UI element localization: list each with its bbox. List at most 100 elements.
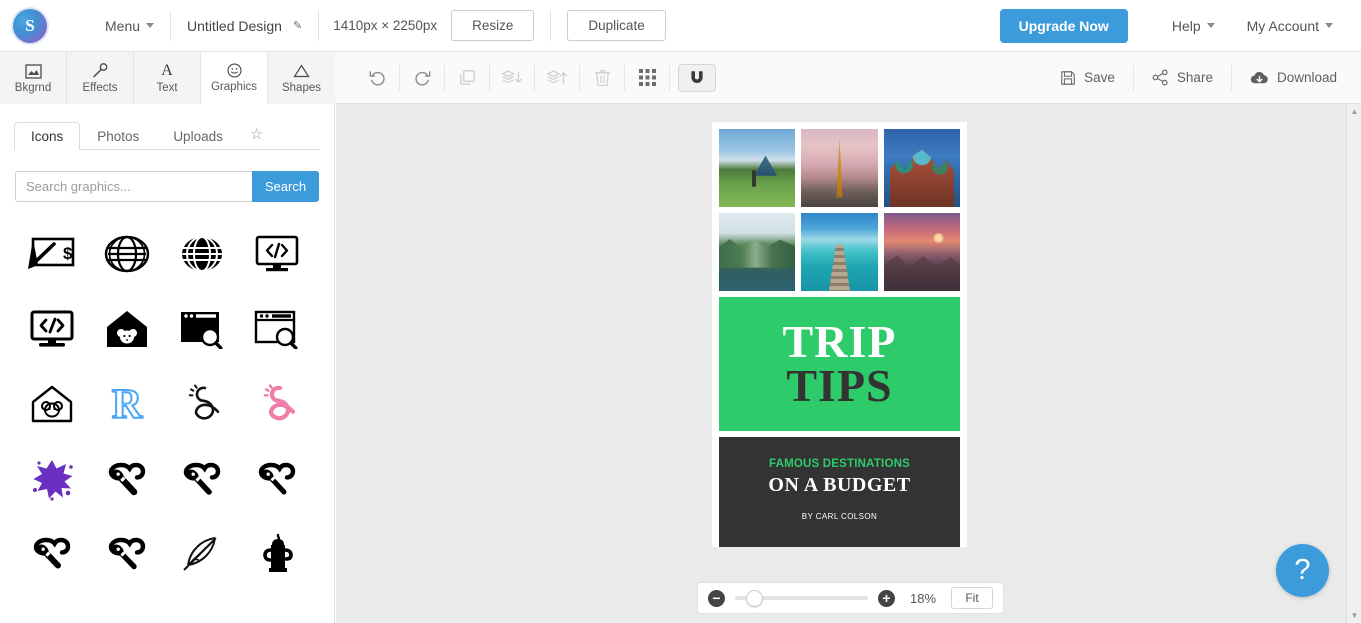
duplicate-button[interactable]: Duplicate <box>567 10 666 41</box>
title-line-1: TRIP <box>782 315 897 367</box>
chevron-down-icon <box>1325 23 1333 28</box>
microphone-black-icon-4[interactable] <box>14 516 89 591</box>
tool-tab-shapes[interactable]: Shapes <box>268 52 335 104</box>
search-input[interactable] <box>15 171 252 202</box>
redo-button[interactable] <box>400 63 444 93</box>
tool-tab-graphics[interactable]: Graphics <box>201 52 268 104</box>
logo-letter: S <box>25 15 35 35</box>
photo-wooden-pier[interactable] <box>801 213 878 291</box>
panel-tab-photos[interactable]: Photos <box>80 122 156 150</box>
duplicate-layer-button[interactable] <box>445 63 489 93</box>
photo-lagoon-boat[interactable] <box>719 213 796 291</box>
chevron-down-icon <box>146 23 155 28</box>
share-button[interactable]: Share <box>1134 63 1231 93</box>
menu-label: Menu <box>105 17 141 34</box>
grid-button[interactable] <box>625 63 669 93</box>
scroll-down-arrow-icon[interactable]: ▼ <box>1347 608 1361 623</box>
main-toolbar: Save Share Download <box>335 52 1361 104</box>
microphone-black-icon-2[interactable] <box>164 441 239 516</box>
house-mouse-filled-icon[interactable] <box>89 291 164 366</box>
fit-button[interactable]: Fit <box>951 587 993 609</box>
panel-tab-uploads[interactable]: Uploads <box>156 122 240 150</box>
wand-icon <box>92 63 108 80</box>
tool-tab-effects[interactable]: Effects <box>67 52 134 104</box>
pencil-icon[interactable]: ✎ <box>293 19 302 32</box>
graphics-panel: Icons Photos Uploads ☆ Search $ <box>0 104 335 623</box>
byline-text: BY CARL COLSON <box>801 512 878 521</box>
photo-eiffel-tower[interactable] <box>801 129 878 207</box>
top-bar: S Menu Untitled Design ✎ 1410px × 2250px… <box>0 0 1361 52</box>
microphone-black-icon-5[interactable] <box>89 516 164 591</box>
snap-to-grid-button[interactable] <box>678 63 716 92</box>
divider <box>550 10 552 41</box>
letter-r-blue-icon[interactable]: R <box>89 366 164 441</box>
scroll-up-arrow-icon[interactable]: ▲ <box>1347 104 1361 119</box>
zoom-in-button[interactable]: + <box>878 589 895 607</box>
send-backward-button[interactable] <box>490 63 534 93</box>
photo-hiker-mountain[interactable] <box>719 129 796 207</box>
panel-tab-icons[interactable]: Icons <box>14 122 81 150</box>
zoom-slider-thumb[interactable] <box>745 589 763 607</box>
title-block[interactable]: TRIP TIPS <box>719 297 960 431</box>
my-account-label: My Account <box>1246 17 1319 34</box>
save-label: Save <box>1084 70 1115 85</box>
help-fab-button[interactable]: ? <box>1276 544 1329 597</box>
undo-button[interactable] <box>355 63 399 93</box>
zoom-slider[interactable] <box>735 589 868 607</box>
canvas-dimensions: 1410px × 2250px <box>333 18 438 33</box>
app-root: S Menu Untitled Design ✎ 1410px × 2250px… <box>0 0 1361 623</box>
browser-search-outline-icon[interactable] <box>239 291 314 366</box>
search-button[interactable]: Search <box>252 171 319 202</box>
divider <box>669 64 670 91</box>
triangle-icon <box>293 63 310 80</box>
tool-tab-label: Graphics <box>210 81 258 93</box>
vertical-scrollbar[interactable]: ▲ ▼ <box>1346 104 1361 623</box>
menu-button[interactable]: Menu <box>89 0 170 52</box>
photo-coast-sunset[interactable] <box>883 213 960 291</box>
delete-button[interactable] <box>580 63 624 93</box>
browser-search-filled-icon[interactable] <box>164 291 239 366</box>
microphone-black-icon-1[interactable] <box>89 441 164 516</box>
star-icon[interactable]: ☆ <box>240 121 273 149</box>
teapot-filled-icon[interactable] <box>239 516 314 591</box>
resize-button[interactable]: Resize <box>451 10 535 41</box>
zoom-controls: − + 18% Fit <box>697 582 1004 614</box>
help-menu-label: Help <box>1171 17 1201 34</box>
globe-outline-icon[interactable] <box>89 216 164 291</box>
app-logo[interactable]: S <box>13 8 47 43</box>
monitor-code-filled-icon[interactable] <box>14 291 89 366</box>
download-button[interactable]: Download <box>1232 63 1361 93</box>
tool-tab-text[interactable]: A Text <box>134 52 201 104</box>
ampersand-outline-icon[interactable] <box>164 366 239 441</box>
canvas-workspace[interactable]: TRIP TIPS FAMOUS DESTINATIONS ON A BUDGE… <box>336 104 1346 623</box>
ampersand-pink-icon[interactable] <box>239 366 314 441</box>
my-account-menu[interactable]: My Account <box>1231 0 1349 52</box>
tool-tab-label: Text <box>156 81 178 94</box>
tool-tab-label: Bkgrnd <box>14 81 52 94</box>
house-mouse-outline-icon[interactable] <box>14 366 89 441</box>
zoom-out-button[interactable]: − <box>708 589 725 607</box>
bring-forward-button[interactable] <box>535 63 579 93</box>
subtitle-block[interactable]: FAMOUS DESTINATIONS ON A BUDGET BY CARL … <box>719 437 960 547</box>
chevron-down-icon <box>1206 23 1215 28</box>
document-title[interactable]: Untitled Design ✎ <box>171 0 318 52</box>
bow-arrow-outline-icon[interactable] <box>164 516 239 591</box>
title-line-2: TIPS <box>786 360 893 412</box>
help-menu[interactable]: Help <box>1156 0 1231 52</box>
microphone-black-icon-3[interactable] <box>239 441 314 516</box>
monitor-code-outline-icon[interactable] <box>239 216 314 291</box>
smiley-icon <box>226 62 242 79</box>
globe-filled-icon[interactable] <box>164 216 239 291</box>
save-button[interactable]: Save <box>1042 63 1133 93</box>
tool-tab-bkgrnd[interactable]: Bkgrnd <box>0 52 67 104</box>
headline-text: ON A BUDGET <box>768 474 911 496</box>
photo-saint-basils[interactable] <box>883 129 960 207</box>
splat-purple-icon[interactable] <box>14 441 89 516</box>
svg-text:$: $ <box>63 244 73 263</box>
upgrade-now-button[interactable]: Upgrade Now <box>999 8 1128 43</box>
download-label: Download <box>1276 70 1337 85</box>
tool-tab-label: Effects <box>82 81 118 94</box>
cheque-pen-dollar-icon[interactable]: $ <box>14 216 89 291</box>
design-canvas[interactable]: TRIP TIPS FAMOUS DESTINATIONS ON A BUDGE… <box>712 122 967 547</box>
subtitle-text: FAMOUS DESTINATIONS <box>769 458 910 470</box>
